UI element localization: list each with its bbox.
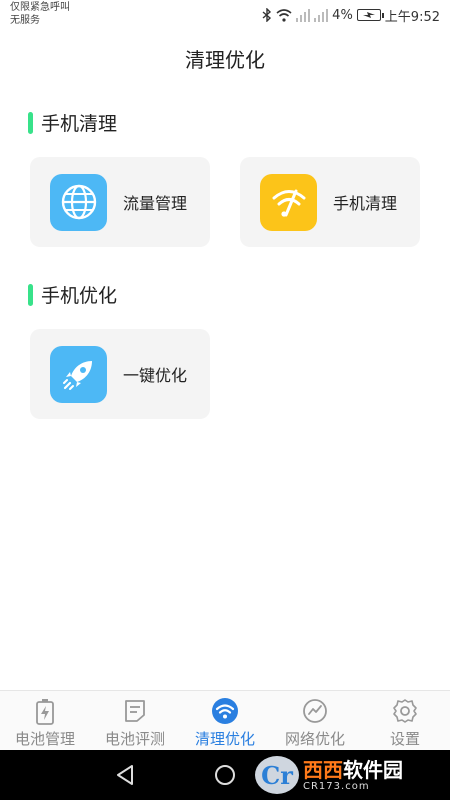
- tab-label: 网络优化: [284, 730, 345, 748]
- watermark-brand-part2: 软件园: [343, 757, 403, 782]
- battery-charging-icon: [356, 9, 384, 21]
- battery-percent: 4%: [332, 7, 353, 23]
- one-key-optimize-card[interactable]: 一键优化: [30, 329, 210, 419]
- cell-signal-2-icon: [314, 8, 329, 22]
- section-accent-bar: [28, 283, 33, 306]
- carrier-line-2: 无服务: [10, 15, 40, 26]
- page-title: 清理优化: [185, 48, 265, 72]
- tab-network-optimize[interactable]: 网络优化: [270, 691, 360, 750]
- status-bar: 仅限紧急呼叫 无服务 4% 上午9:52: [0, 0, 450, 32]
- wifi-broom-icon: [260, 173, 317, 231]
- section-accent-bar: [28, 111, 33, 134]
- report-icon: [121, 697, 149, 725]
- bottom-tab-bar: 电池管理 电池评测 清理优化 网络优化 设置: [0, 690, 450, 750]
- card-label: 手机清理: [333, 194, 398, 213]
- tab-clean-optimize[interactable]: 清理优化: [180, 691, 270, 750]
- watermark-url: CR173.com: [303, 780, 370, 792]
- watermark-brand-part1: 西西: [303, 757, 343, 782]
- section-title: 手机优化: [41, 285, 118, 307]
- battery-icon: [31, 697, 59, 725]
- clock-time: 上午9:52: [384, 9, 440, 25]
- system-nav-bar: Cr 西西软件园 CR173.com: [0, 750, 450, 800]
- status-indicators: 4% 上午9:52: [262, 6, 440, 25]
- watermark-text: 西西软件园 CR173.com: [303, 759, 403, 792]
- wifi-icon: [211, 697, 239, 725]
- carrier-info: 仅限紧急呼叫 无服务: [10, 1, 70, 27]
- watermark-logo-icon: Cr: [255, 756, 299, 794]
- tab-label: 电池评测: [104, 730, 165, 748]
- tab-label: 电池管理: [14, 730, 75, 748]
- home-button[interactable]: [213, 763, 237, 787]
- bluetooth-icon: [262, 8, 272, 22]
- wifi-signal-icon: [276, 8, 292, 22]
- tab-label: 清理优化: [194, 730, 255, 748]
- section-title: 手机清理: [41, 113, 118, 135]
- tab-settings[interactable]: 设置: [360, 691, 450, 750]
- phone-clean-card[interactable]: 手机清理: [240, 157, 420, 247]
- rocket-icon: [50, 345, 107, 403]
- watermark: Cr 西西软件园 CR173.com: [255, 755, 445, 795]
- network-icon: [301, 697, 329, 725]
- watermark-brand: 西西软件园: [303, 759, 403, 781]
- tab-battery-review[interactable]: 电池评测: [90, 691, 180, 750]
- globe-icon: [50, 173, 107, 231]
- tab-battery-management[interactable]: 电池管理: [0, 691, 90, 750]
- section-header-phone-clean: 手机清理: [28, 109, 117, 136]
- tab-label: 设置: [389, 730, 420, 748]
- gear-icon: [391, 697, 419, 725]
- carrier-line-1: 仅限紧急呼叫: [10, 2, 70, 13]
- card-label: 流量管理: [123, 194, 188, 213]
- traffic-management-card[interactable]: 流量管理: [30, 157, 210, 247]
- card-label: 一键优化: [123, 366, 188, 385]
- cell-signal-1-icon: [296, 8, 311, 22]
- section-header-phone-optimize: 手机优化: [28, 281, 117, 308]
- back-button[interactable]: [113, 763, 137, 787]
